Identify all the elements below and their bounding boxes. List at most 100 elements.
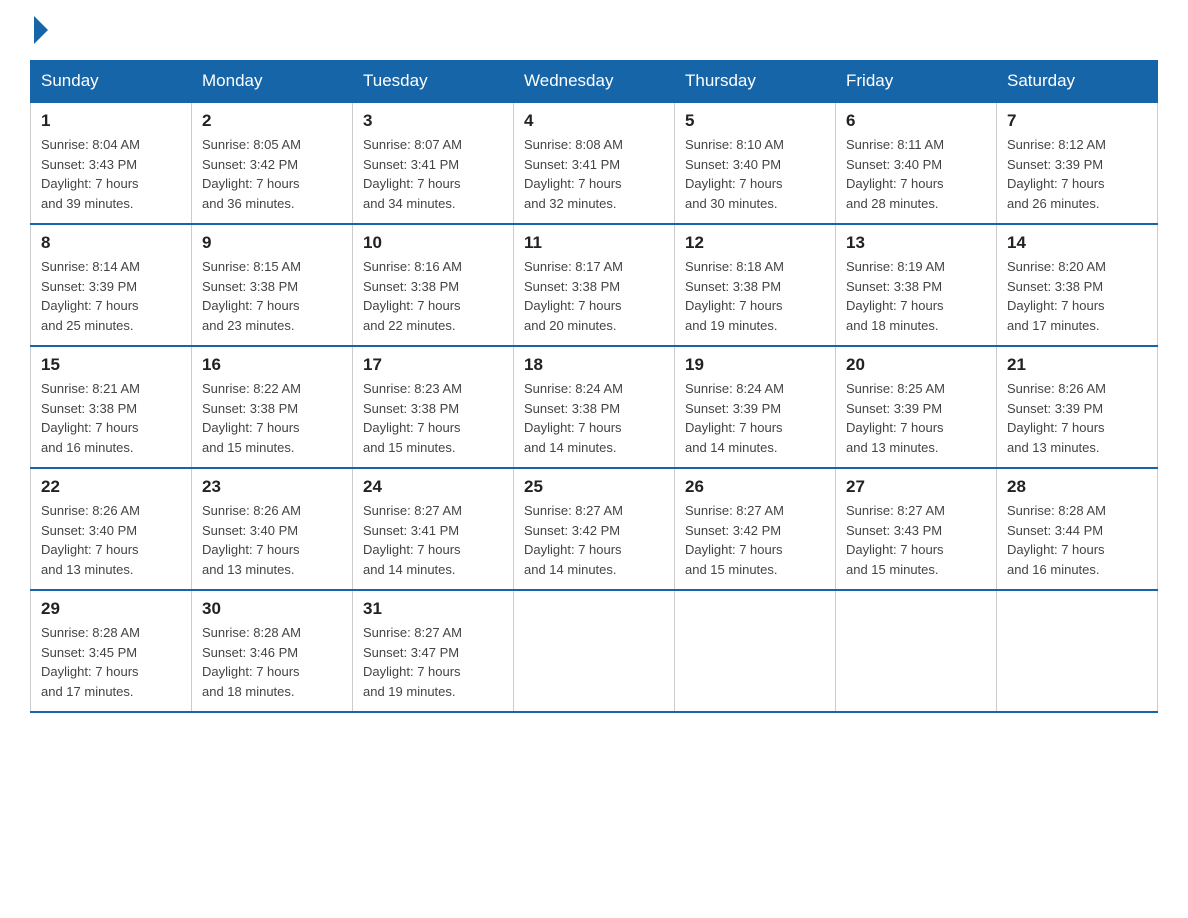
day-number: 31 [363,599,503,619]
day-info: Sunrise: 8:21 AMSunset: 3:38 PMDaylight:… [41,379,181,457]
day-number: 14 [1007,233,1147,253]
weekday-header-row: SundayMondayTuesdayWednesdayThursdayFrid… [31,61,1158,103]
week-row-1: 1 Sunrise: 8:04 AMSunset: 3:43 PMDaylight… [31,102,1158,224]
calendar-cell: 18Sunrise: 8:24 AMSunset: 3:38 PMDayligh… [514,346,675,468]
day-info: Sunrise: 8:11 AMSunset: 3:40 PMDaylight:… [846,135,986,213]
calendar-cell: 9 Sunrise: 8:15 AMSunset: 3:38 PMDaylight… [192,224,353,346]
calendar-cell: 23 Sunrise: 8:26 AMSunset: 3:40 PMDayligh… [192,468,353,590]
weekday-header-wednesday: Wednesday [514,61,675,103]
calendar-cell: 26 Sunrise: 8:27 AMSunset: 3:42 PMDayligh… [675,468,836,590]
day-info: Sunrise: 8:27 AMSunset: 3:42 PMDaylight:… [685,501,825,579]
calendar-cell: 21 Sunrise: 8:26 AMSunset: 3:39 PMDayligh… [997,346,1158,468]
day-number: 10 [363,233,503,253]
week-row-2: 8 Sunrise: 8:14 AMSunset: 3:39 PMDaylight… [31,224,1158,346]
day-number: 4 [524,111,664,131]
calendar-cell: 5 Sunrise: 8:10 AMSunset: 3:40 PMDaylight… [675,102,836,224]
weekday-header-monday: Monday [192,61,353,103]
weekday-header-saturday: Saturday [997,61,1158,103]
calendar-cell: 7 Sunrise: 8:12 AMSunset: 3:39 PMDaylight… [997,102,1158,224]
day-info: Sunrise: 8:10 AMSunset: 3:40 PMDaylight:… [685,135,825,213]
calendar-cell: 10 Sunrise: 8:16 AMSunset: 3:38 PMDayligh… [353,224,514,346]
logo [30,20,48,40]
day-number: 5 [685,111,825,131]
weekday-header-thursday: Thursday [675,61,836,103]
calendar-cell: 17Sunrise: 8:23 AMSunset: 3:38 PMDayligh… [353,346,514,468]
day-info: Sunrise: 8:27 AMSunset: 3:41 PMDaylight:… [363,501,503,579]
week-row-5: 29 Sunrise: 8:28 AMSunset: 3:45 PMDayligh… [31,590,1158,712]
day-info: Sunrise: 8:12 AMSunset: 3:39 PMDaylight:… [1007,135,1147,213]
calendar-cell: 2 Sunrise: 8:05 AMSunset: 3:42 PMDaylight… [192,102,353,224]
day-number: 29 [41,599,181,619]
calendar-cell [997,590,1158,712]
calendar-cell: 19 Sunrise: 8:24 AMSunset: 3:39 PMDayligh… [675,346,836,468]
day-info: Sunrise: 8:25 AMSunset: 3:39 PMDaylight:… [846,379,986,457]
day-info: Sunrise: 8:17 AMSunset: 3:38 PMDaylight:… [524,257,664,335]
day-info: Sunrise: 8:28 AMSunset: 3:46 PMDaylight:… [202,623,342,701]
day-number: 26 [685,477,825,497]
weekday-header-sunday: Sunday [31,61,192,103]
calendar-cell: 14 Sunrise: 8:20 AMSunset: 3:38 PMDayligh… [997,224,1158,346]
day-info: Sunrise: 8:15 AMSunset: 3:38 PMDaylight:… [202,257,342,335]
day-info: Sunrise: 8:23 AMSunset: 3:38 PMDaylight:… [363,379,503,457]
calendar-cell: 12Sunrise: 8:18 AMSunset: 3:38 PMDayligh… [675,224,836,346]
day-number: 6 [846,111,986,131]
calendar-cell: 31Sunrise: 8:27 AMSunset: 3:47 PMDayligh… [353,590,514,712]
day-number: 25 [524,477,664,497]
calendar-cell [514,590,675,712]
day-info: Sunrise: 8:24 AMSunset: 3:39 PMDaylight:… [685,379,825,457]
calendar-cell: 4 Sunrise: 8:08 AMSunset: 3:41 PMDaylight… [514,102,675,224]
day-number: 16 [202,355,342,375]
calendar-cell: 16Sunrise: 8:22 AMSunset: 3:38 PMDayligh… [192,346,353,468]
day-info: Sunrise: 8:26 AMSunset: 3:40 PMDaylight:… [41,501,181,579]
week-row-3: 15Sunrise: 8:21 AMSunset: 3:38 PMDayligh… [31,346,1158,468]
calendar-cell: 22 Sunrise: 8:26 AMSunset: 3:40 PMDayligh… [31,468,192,590]
day-number: 22 [41,477,181,497]
calendar-cell: 20 Sunrise: 8:25 AMSunset: 3:39 PMDayligh… [836,346,997,468]
day-number: 3 [363,111,503,131]
day-info: Sunrise: 8:27 AMSunset: 3:42 PMDaylight:… [524,501,664,579]
calendar-cell: 15Sunrise: 8:21 AMSunset: 3:38 PMDayligh… [31,346,192,468]
day-number: 23 [202,477,342,497]
day-info: Sunrise: 8:14 AMSunset: 3:39 PMDaylight:… [41,257,181,335]
day-info: Sunrise: 8:07 AMSunset: 3:41 PMDaylight:… [363,135,503,213]
calendar-cell: 25 Sunrise: 8:27 AMSunset: 3:42 PMDayligh… [514,468,675,590]
day-info: Sunrise: 8:05 AMSunset: 3:42 PMDaylight:… [202,135,342,213]
day-info: Sunrise: 8:19 AMSunset: 3:38 PMDaylight:… [846,257,986,335]
calendar-cell: 11 Sunrise: 8:17 AMSunset: 3:38 PMDayligh… [514,224,675,346]
day-info: Sunrise: 8:26 AMSunset: 3:40 PMDaylight:… [202,501,342,579]
day-number: 11 [524,233,664,253]
calendar-cell: 8 Sunrise: 8:14 AMSunset: 3:39 PMDaylight… [31,224,192,346]
page-header [30,20,1158,40]
weekday-header-tuesday: Tuesday [353,61,514,103]
day-info: Sunrise: 8:08 AMSunset: 3:41 PMDaylight:… [524,135,664,213]
day-info: Sunrise: 8:28 AMSunset: 3:44 PMDaylight:… [1007,501,1147,579]
day-number: 28 [1007,477,1147,497]
day-info: Sunrise: 8:28 AMSunset: 3:45 PMDaylight:… [41,623,181,701]
day-info: Sunrise: 8:26 AMSunset: 3:39 PMDaylight:… [1007,379,1147,457]
calendar-cell: 6 Sunrise: 8:11 AMSunset: 3:40 PMDaylight… [836,102,997,224]
calendar-cell: 29 Sunrise: 8:28 AMSunset: 3:45 PMDayligh… [31,590,192,712]
calendar-cell: 13Sunrise: 8:19 AMSunset: 3:38 PMDayligh… [836,224,997,346]
calendar-cell: 28 Sunrise: 8:28 AMSunset: 3:44 PMDayligh… [997,468,1158,590]
calendar-cell: 27Sunrise: 8:27 AMSunset: 3:43 PMDayligh… [836,468,997,590]
day-number: 7 [1007,111,1147,131]
day-number: 2 [202,111,342,131]
day-info: Sunrise: 8:16 AMSunset: 3:38 PMDaylight:… [363,257,503,335]
calendar-cell [675,590,836,712]
calendar-cell: 30 Sunrise: 8:28 AMSunset: 3:46 PMDayligh… [192,590,353,712]
day-info: Sunrise: 8:20 AMSunset: 3:38 PMDaylight:… [1007,257,1147,335]
day-number: 20 [846,355,986,375]
day-number: 8 [41,233,181,253]
day-number: 9 [202,233,342,253]
day-number: 21 [1007,355,1147,375]
week-row-4: 22 Sunrise: 8:26 AMSunset: 3:40 PMDayligh… [31,468,1158,590]
day-number: 30 [202,599,342,619]
calendar-cell [836,590,997,712]
day-info: Sunrise: 8:04 AMSunset: 3:43 PMDaylight:… [41,135,181,213]
day-number: 19 [685,355,825,375]
day-number: 1 [41,111,181,131]
logo-arrow-icon [34,16,48,44]
weekday-header-friday: Friday [836,61,997,103]
calendar-cell: 24Sunrise: 8:27 AMSunset: 3:41 PMDayligh… [353,468,514,590]
day-info: Sunrise: 8:24 AMSunset: 3:38 PMDaylight:… [524,379,664,457]
